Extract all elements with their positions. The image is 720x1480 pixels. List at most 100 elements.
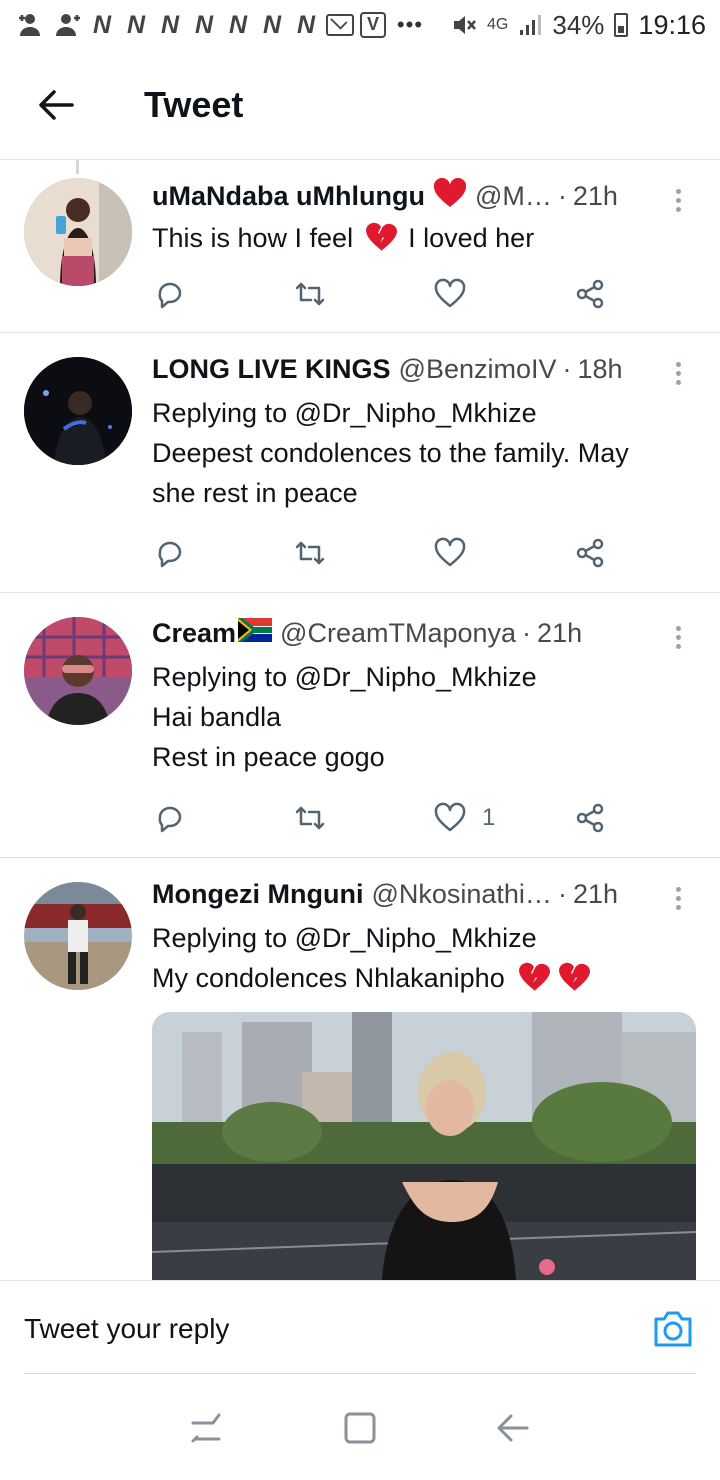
status-bar: N N N N N N N V ••• 4G 34% 19:16	[0, 0, 720, 50]
add-person-icon	[16, 11, 46, 39]
reply-button[interactable]	[152, 800, 292, 836]
reply-icon	[158, 541, 182, 568]
tweet-actions	[152, 531, 632, 575]
display-name[interactable]: Mongezi Mnguni	[152, 879, 363, 910]
status-right: ••• 4G 34% 19:16	[397, 10, 706, 41]
camera-icon[interactable]	[652, 1309, 694, 1349]
divider	[24, 1373, 696, 1374]
display-name[interactable]: LONG LIVE KINGS	[152, 354, 391, 385]
more-notifications-icon: •••	[396, 12, 424, 37]
mute-icon	[451, 11, 477, 39]
like-button[interactable]	[432, 276, 572, 312]
replying-to[interactable]: Replying to @Dr_Nipho_Mkhize	[152, 657, 690, 697]
clock: 19:16	[638, 9, 706, 40]
retweet-button[interactable]	[292, 276, 432, 312]
back-nav-button[interactable]	[483, 1398, 543, 1458]
share-button[interactable]	[572, 800, 608, 836]
tweet-header: LONG LIVE KINGS @BenzimoIV · 18h	[152, 349, 690, 389]
avatar[interactable]	[24, 882, 132, 990]
back-arrow-icon	[39, 89, 74, 120]
avatar[interactable]	[24, 178, 132, 286]
user-handle[interactable]: @Nkosinathi…	[371, 879, 551, 910]
retweet-icon	[295, 806, 325, 830]
n-icon: N	[262, 10, 282, 39]
share-button[interactable]	[572, 535, 608, 571]
heart-icon	[434, 802, 466, 832]
n-icon: N	[126, 10, 146, 39]
tweet-text: Hai bandla Rest in peace gogo	[152, 697, 690, 777]
retweet-button[interactable]	[292, 535, 432, 571]
reply-bar: Tweet your reply	[0, 1280, 720, 1376]
mail-icon	[326, 14, 354, 36]
tweet-text-line: My condolences Nhlakanipho	[152, 963, 505, 993]
tweet-item[interactable]: LONG LIVE KINGS @BenzimoIV · 18h Replyin…	[0, 333, 720, 593]
tweet-text-line: Rest in peace gogo	[152, 742, 385, 772]
avatar[interactable]	[24, 357, 132, 465]
separator-dot: ·	[557, 878, 567, 909]
tweet-text-line: Hai bandla	[152, 702, 282, 732]
share-icon	[576, 803, 604, 833]
n-icon: N	[296, 10, 316, 39]
tweet-header: uMaNdaba uMhlungu @M… · 21h	[152, 176, 690, 216]
separator-dot: ·	[557, 180, 567, 211]
v-icon: V	[360, 12, 386, 38]
tweet-text: My condolences Nhlakanipho	[152, 958, 690, 1002]
display-name[interactable]: Cream	[152, 618, 236, 649]
tweet-text-part: I loved her	[408, 223, 535, 253]
replying-to[interactable]: Replying to @Dr_Nipho_Mkhize	[152, 918, 690, 958]
user-handle[interactable]: @BenzimoIV	[399, 354, 557, 385]
memorial-photo	[152, 1012, 696, 1280]
tweet-content: Mongezi Mnguni @Nkosinathi… · 21h Replyi…	[152, 874, 690, 1002]
tweet-reply-input[interactable]: Tweet your reply	[24, 1281, 634, 1377]
more-options-icon[interactable]	[666, 353, 690, 393]
n-icon: N	[228, 10, 248, 39]
notification-icons: N N N N N N N V	[16, 11, 386, 40]
separator-dot: ·	[522, 617, 532, 648]
reply-button[interactable]	[152, 535, 292, 571]
user-handle[interactable]: @M…	[475, 181, 552, 212]
reply-button[interactable]	[152, 276, 292, 312]
share-icon	[576, 279, 604, 309]
battery-percent: 34%	[552, 9, 605, 40]
share-button[interactable]	[572, 276, 608, 312]
more-options-icon[interactable]	[666, 617, 690, 657]
display-name[interactable]: uMaNdaba uMhlungu	[152, 181, 425, 212]
tweet-item[interactable]: Cream @CreamTMaponya · 21h Replying to @…	[0, 593, 720, 858]
like-count: 1	[482, 804, 496, 831]
tweet-text-line: Deepest condolences to the family. May	[152, 438, 629, 468]
user-handle[interactable]: @CreamTMaponya	[280, 618, 516, 649]
home-button[interactable]	[330, 1398, 390, 1458]
tweet-actions: 1	[152, 796, 632, 840]
tweet-text: Deepest condolences to the family. May s…	[152, 433, 690, 513]
n-icon: N	[194, 10, 214, 39]
recent-apps-button[interactable]	[177, 1398, 237, 1458]
more-options-icon[interactable]	[666, 878, 690, 918]
retweet-icon	[295, 541, 325, 565]
app-header: Tweet	[0, 50, 720, 160]
battery-icon	[614, 13, 629, 37]
tweet-image[interactable]	[152, 1012, 696, 1280]
heart-icon	[434, 537, 466, 567]
retweet-button[interactable]	[292, 800, 432, 836]
back-button[interactable]	[26, 75, 86, 135]
tweet-time: 18h	[577, 353, 623, 384]
tweet-content: uMaNdaba uMhlungu @M… · 21h This is how …	[152, 176, 690, 262]
tweet-text-part: This is how I feel	[152, 223, 354, 253]
reply-icon	[158, 806, 182, 833]
home-icon	[344, 1412, 376, 1444]
like-button[interactable]	[432, 535, 572, 571]
more-options-icon[interactable]	[666, 180, 690, 220]
recent-apps-icon	[191, 1413, 221, 1443]
replying-to[interactable]: Replying to @Dr_Nipho_Mkhize	[152, 393, 690, 433]
tweet-item[interactable]: uMaNdaba uMhlungu @M… · 21h This is how …	[0, 160, 720, 333]
tweet-header: Cream @CreamTMaponya · 21h	[152, 613, 690, 653]
n-icon: N	[92, 10, 112, 39]
broken-heart-icon	[365, 221, 397, 262]
tweet-content: LONG LIVE KINGS @BenzimoIV · 18h Replyin…	[152, 349, 690, 513]
avatar[interactable]	[24, 617, 132, 725]
like-button[interactable]: 1	[432, 800, 572, 836]
heart-icon	[434, 278, 466, 308]
broken-heart-icon	[518, 961, 551, 1002]
tweet-actions	[152, 272, 632, 316]
page-title: Tweet	[144, 83, 244, 125]
